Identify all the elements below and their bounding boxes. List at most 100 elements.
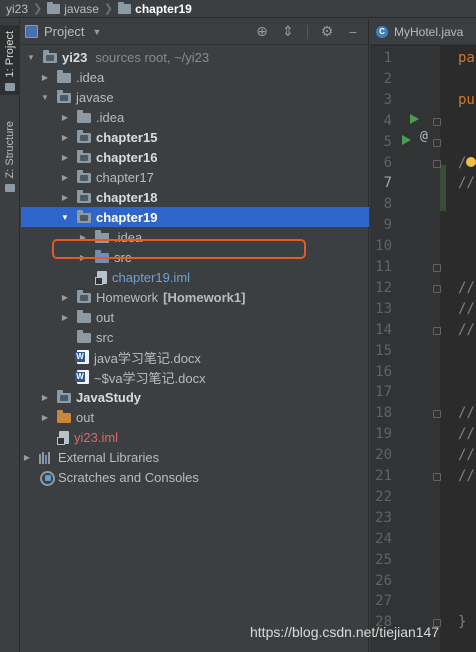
tab-project[interactable]: 1: Project <box>0 25 20 96</box>
line-number: 16 <box>375 364 392 380</box>
tree-node-chapter18[interactable]: ▶ chapter18 <box>21 187 369 207</box>
module-name-tag: [Homework1] <box>163 289 246 305</box>
breadcrumb-label: javase <box>64 1 99 16</box>
collapsed-arrow-icon: ▶ <box>61 172 69 182</box>
tree-node-idea-chapter19[interactable]: ▶ .idea <box>21 227 369 247</box>
tree-node-yi23-iml[interactable]: yi23.iml <box>21 427 369 447</box>
line-number: 26 <box>375 573 392 589</box>
line-number: 19 <box>375 426 392 442</box>
tree-node-scratches[interactable]: Scratches and Consoles <box>21 467 369 487</box>
fold-marker-icon[interactable] <box>433 118 441 126</box>
java-class-icon: C <box>376 25 388 38</box>
collapse-all-icon[interactable]: ⇕ <box>281 23 295 40</box>
fold-marker-icon[interactable] <box>433 139 441 147</box>
breadcrumb-item-project[interactable]: yi23 ❯ <box>6 2 47 16</box>
tree-node-idea-root[interactable]: ▶ .idea <box>21 67 369 87</box>
line-number: 17 <box>375 384 392 400</box>
code-line: // <box>458 175 475 191</box>
folder-icon <box>47 1 61 14</box>
tree-node-javastudy[interactable]: ▶ JavaStudy <box>21 387 369 407</box>
tree-node-src-javase[interactable]: src <box>21 327 369 347</box>
collapsed-arrow-icon: ▶ <box>41 412 49 422</box>
module-folder-icon <box>57 90 71 103</box>
tree-node-label: chapter15 <box>96 129 158 145</box>
scratches-icon <box>39 470 55 486</box>
tree-node-label: out <box>76 409 95 425</box>
tree-node-label: chapter18 <box>96 189 158 205</box>
collapsed-arrow-icon: ▶ <box>61 132 69 142</box>
collapsed-arrow-icon: ▶ <box>61 192 69 202</box>
tree-node-chapter19[interactable]: ▼ chapter19 <box>21 207 369 227</box>
tree-node-external-libraries[interactable]: ▶ External Libraries <box>21 447 369 467</box>
code-line: // <box>458 280 475 296</box>
fold-marker-icon[interactable] <box>433 327 441 335</box>
fold-marker-icon[interactable] <box>433 285 441 293</box>
lightbulb-icon[interactable] <box>466 157 476 167</box>
module-folder-icon <box>77 130 91 143</box>
module-folder-icon <box>77 190 91 203</box>
minimize-icon[interactable]: − <box>346 24 360 40</box>
project-tool-window: Project ▼ ⊕ ⇕ ⚙ − ▼ yi23 sources root, ~… <box>21 19 369 652</box>
line-number: 27 <box>375 593 392 609</box>
breadcrumb-item-chapter19[interactable]: chapter19 <box>118 1 192 16</box>
tree-node-label: out <box>96 309 115 325</box>
code-line: pa <box>458 50 475 66</box>
tree-node-doc-notes[interactable]: java学习笔记.docx <box>21 347 369 367</box>
gear-icon[interactable]: ⚙ <box>320 23 334 40</box>
line-number: 23 <box>375 510 392 526</box>
module-folder-icon <box>77 150 91 163</box>
tree-node-out-javase[interactable]: ▶ out <box>21 307 369 327</box>
run-class-icon[interactable] <box>410 114 419 124</box>
tree-node-label: yi23.iml <box>74 429 119 445</box>
project-view-label: Project <box>44 24 85 39</box>
line-number: 22 <box>375 489 392 505</box>
tree-node-chapter19-iml[interactable]: chapter19.iml <box>21 267 369 287</box>
breadcrumb-label: chapter19 <box>135 1 192 16</box>
collapsed-arrow-icon: ▶ <box>61 112 69 122</box>
tree-node-chapter17[interactable]: ▶ chapter17 <box>21 167 369 187</box>
tree-node-out-root[interactable]: ▶ out <box>21 407 369 427</box>
tree-node-doc-temp[interactable]: ~$va学习笔记.docx <box>21 367 369 387</box>
tree-node-idea-javase[interactable]: ▶ .idea <box>21 107 369 127</box>
collapsed-arrow-icon: ▶ <box>61 152 69 162</box>
fold-marker-icon[interactable] <box>433 264 441 272</box>
collapsed-arrow-icon: ▶ <box>23 452 31 462</box>
tree-node-label: yi23 <box>62 49 88 65</box>
project-panel-header: Project ▼ ⊕ ⇕ ⚙ − <box>21 19 368 45</box>
editor-tab-myhotel[interactable]: C MyHotel.java <box>370 19 476 45</box>
tree-node-src-chapter19[interactable]: ▶ src <box>21 247 369 267</box>
tab-project-label: 1: Project <box>4 31 16 78</box>
line-number: 12 <box>375 280 392 296</box>
tree-node-chapter16[interactable]: ▶ chapter16 <box>21 147 369 167</box>
breadcrumb-item-javase[interactable]: javase ❯ <box>47 1 118 16</box>
tab-structure-label: Z: Structure <box>4 121 16 179</box>
fold-marker-icon[interactable] <box>433 160 441 168</box>
code-line: // <box>458 301 475 317</box>
project-view-selector[interactable]: Project ▼ <box>25 24 101 39</box>
watermark-text: https://blog.csdn.net/tiejian147 <box>250 624 440 640</box>
folder-icon <box>77 310 91 323</box>
iml-file-icon <box>57 430 69 445</box>
fold-marker-icon[interactable] <box>433 410 441 418</box>
tree-node-yi23[interactable]: ▼ yi23 sources root, ~/yi23 <box>21 47 369 67</box>
collapsed-arrow-icon: ▶ <box>79 252 87 262</box>
tree-node-homework[interactable]: ▶ Homework [Homework1] <box>21 287 369 307</box>
tree-node-javase[interactable]: ▼ javase <box>21 87 369 107</box>
code-editor[interactable]: C MyHotel.java @ 1 pa 2 3 pu 4 5 6/7//8 9 10 11 12/… <box>370 19 476 652</box>
collapsed-arrow-icon: ▶ <box>79 232 87 242</box>
tree-node-chapter15[interactable]: ▶ chapter15 <box>21 127 369 147</box>
code-line: // <box>458 468 475 484</box>
word-document-icon <box>75 370 89 384</box>
tree-node-label: .idea <box>76 69 105 85</box>
run-method-icon[interactable] <box>402 135 411 145</box>
editor-tab-label: MyHotel.java <box>394 24 464 39</box>
crosshair-icon[interactable]: ⊕ <box>255 23 269 40</box>
breadcrumb-separator-icon: ❯ <box>33 3 43 15</box>
code-line: } <box>458 614 467 630</box>
line-number: 15 <box>375 343 392 359</box>
tree-node-label: javase <box>76 89 114 105</box>
tab-structure[interactable]: Z: Structure <box>0 115 20 196</box>
fold-marker-icon[interactable] <box>433 473 441 481</box>
navigation-breadcrumb: yi23 ❯ javase ❯ chapter19 <box>0 0 476 18</box>
folder-icon <box>77 330 91 343</box>
